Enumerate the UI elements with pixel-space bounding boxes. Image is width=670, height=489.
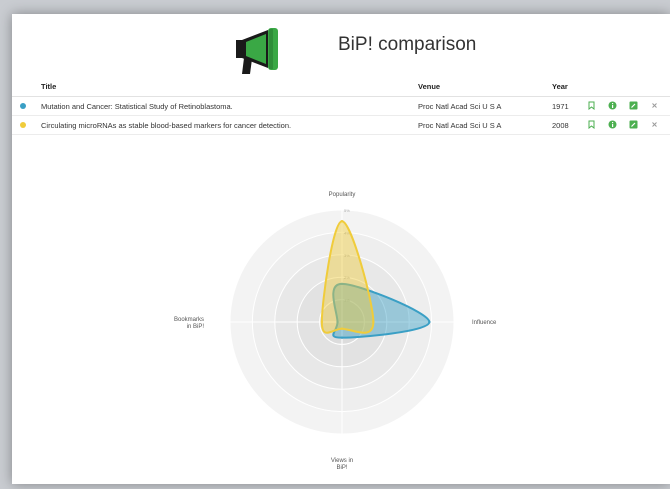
series-color-dot — [20, 122, 26, 128]
comparison-table: Title Venue Year Mutation and Cancer: St… — [12, 76, 670, 135]
comparison-window: BiP! comparison Title Venue Year Mutatio… — [12, 14, 670, 484]
info-icon[interactable] — [608, 101, 617, 110]
close-icon[interactable] — [650, 120, 659, 129]
axis-label-bookmarks-line2: in BiP! — [187, 324, 205, 330]
edit-icon[interactable] — [629, 101, 638, 110]
table-row: Circulating microRNAs as stable blood-ba… — [12, 116, 670, 135]
close-icon[interactable] — [650, 101, 659, 110]
axis-label-bookmarks: Bookmarks — [174, 317, 204, 323]
title-column-header: Title — [41, 82, 57, 91]
paper-venue: Proc Natl Acad Sci U S A — [418, 102, 502, 111]
bookmark-icon[interactable] — [587, 120, 596, 129]
paper-title[interactable]: Circulating microRNAs as stable blood-ba… — [41, 121, 291, 130]
paper-venue: Proc Natl Acad Sci U S A — [418, 121, 502, 130]
radar-point — [372, 320, 375, 324]
info-icon[interactable] — [608, 120, 617, 129]
radar-point — [428, 320, 431, 324]
ring-label: 5% — [344, 208, 350, 213]
radar-point — [320, 320, 324, 324]
bookmark-icon[interactable] — [587, 101, 596, 110]
radar-chart: 1% 2% 3% 4% 5% Popularity Influence Views in… — [152, 164, 532, 484]
axis-label-views: Views in — [331, 458, 353, 464]
paper-year: 1971 — [552, 102, 569, 111]
megaphone-logo-icon — [228, 26, 292, 76]
axis-label-views-line2: BiP! — [336, 465, 347, 471]
series-color-dot — [20, 103, 26, 109]
paper-year: 2008 — [552, 121, 569, 130]
axis-label-popularity: Popularity — [329, 192, 356, 198]
axis-label-influence: Influence — [472, 320, 497, 326]
radar-point — [340, 220, 344, 223]
radar-chart-svg: 1%2%3%4%5% Popularity Influence Views in… — [174, 192, 497, 471]
venue-column-header: Venue — [418, 82, 441, 91]
paper-title[interactable]: Mutation and Cancer: Statistical Study o… — [41, 102, 233, 111]
table-row: Mutation and Cancer: Statistical Study o… — [12, 97, 670, 116]
edit-icon[interactable] — [629, 120, 638, 129]
year-column-header: Year — [552, 82, 568, 91]
header: BiP! comparison — [12, 14, 670, 74]
radar-point — [340, 327, 344, 330]
page-title: BiP! comparison — [338, 34, 477, 55]
radar-point — [340, 336, 344, 339]
table-header: Title Venue Year — [12, 76, 670, 97]
